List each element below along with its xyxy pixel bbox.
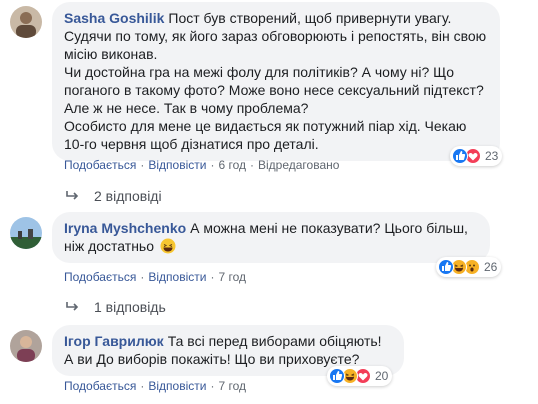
separator-dot: · xyxy=(210,379,215,393)
avatar[interactable] xyxy=(10,330,42,362)
comment-bubble: Sasha Goshilik Пост був створений, щоб пр… xyxy=(52,2,500,161)
comment-author[interactable]: Iryna Myshchenko xyxy=(64,220,186,236)
reply-link[interactable]: Відповісти xyxy=(148,270,206,284)
separator-dot: · xyxy=(210,158,215,172)
reply-arrow-icon xyxy=(66,191,79,200)
like-link[interactable]: Подобається xyxy=(64,270,136,284)
comment-actions: Подобається · Відповісти · 7 год xyxy=(64,270,246,284)
comment-bubble: Iryna Myshchenko А можна мені не показува… xyxy=(52,212,490,263)
like-icon xyxy=(438,259,454,275)
timestamp[interactable]: 7 год xyxy=(218,379,246,393)
reply-link[interactable]: Відповісти xyxy=(148,379,206,393)
reply-link[interactable]: Відповісти xyxy=(148,158,206,172)
avatar[interactable] xyxy=(10,6,42,38)
view-replies-link[interactable]: 1 відповідь xyxy=(66,299,166,315)
replies-count[interactable]: 1 відповідь xyxy=(94,299,166,315)
like-link[interactable]: Подобається xyxy=(64,379,136,393)
separator-dot: · xyxy=(140,270,145,284)
comment-author[interactable]: Sasha Goshilik xyxy=(64,10,164,26)
reaction-count: 23 xyxy=(485,149,499,163)
timestamp[interactable]: 6 год xyxy=(218,158,246,172)
reaction-count: 26 xyxy=(484,260,498,274)
separator-dot: · xyxy=(210,270,215,284)
comments-section: Sasha Goshilik Пост був створений, щоб пр… xyxy=(0,0,538,404)
like-icon xyxy=(452,148,468,164)
reactions-summary[interactable]: 26 xyxy=(436,257,502,277)
avatar[interactable] xyxy=(10,217,42,249)
like-link[interactable]: Подобається xyxy=(64,158,136,172)
replies-count[interactable]: 2 відповіді xyxy=(94,188,162,204)
comment-text: ніж достатньо xyxy=(64,238,155,254)
reply-arrow-icon xyxy=(66,302,79,311)
comment-author[interactable]: Ігор Гаврилюк xyxy=(64,333,164,349)
timestamp[interactable]: 7 год xyxy=(218,270,246,284)
reactions-summary[interactable]: 23 xyxy=(450,146,503,166)
separator-dot: · xyxy=(140,158,145,172)
reaction-count: 20 xyxy=(375,369,389,383)
comment-actions: Подобається · Відповісти · 7 год xyxy=(64,379,246,393)
laughing-emoji-icon xyxy=(160,238,176,254)
separator-dot: · xyxy=(250,158,254,172)
view-replies-link[interactable]: 2 відповіді xyxy=(66,188,162,204)
comment-text: Та всі перед виборами обіцяють! xyxy=(167,333,382,349)
comment-actions: Подобається · Відповісти · 6 год · Відре… xyxy=(64,158,339,172)
reactions-summary[interactable]: 20 xyxy=(327,366,393,386)
comment-text: Чи достойна гра на межі фолу для політик… xyxy=(64,64,484,116)
separator-dot: · xyxy=(140,379,145,393)
comment-text: Особисто для мене це видається як потужн… xyxy=(64,118,467,152)
like-icon xyxy=(329,368,345,384)
edited-label[interactable]: Відредаговано xyxy=(258,158,339,172)
comment-text: А можна мені не показувати? Цього більш, xyxy=(190,220,468,236)
